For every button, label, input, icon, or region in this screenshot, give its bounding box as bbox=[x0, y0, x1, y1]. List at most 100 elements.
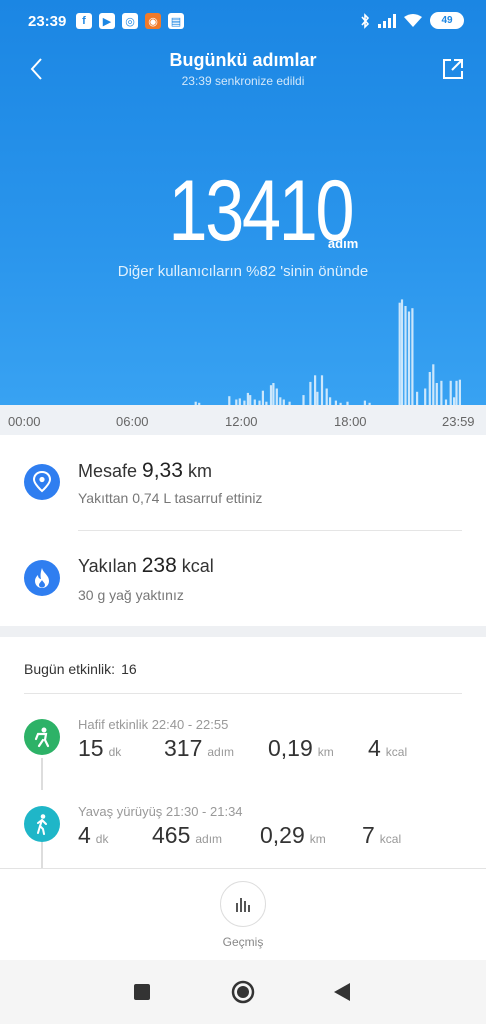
share-button[interactable] bbox=[438, 54, 468, 84]
activity-title: Hafif etkinlik 22:40 - 22:55 bbox=[78, 717, 229, 732]
bottom-bar: Geçmiş bbox=[0, 868, 486, 960]
calories-text: Yakılan 238 kcal bbox=[78, 554, 214, 578]
back-nav-button[interactable] bbox=[330, 980, 354, 1004]
step-bar bbox=[246, 392, 249, 405]
step-bar bbox=[316, 391, 319, 405]
step-bar bbox=[458, 379, 461, 405]
step-bar bbox=[453, 397, 456, 405]
step-bar bbox=[228, 396, 231, 405]
bar-chart-icon bbox=[236, 898, 250, 912]
steps-unit: adım bbox=[207, 745, 235, 759]
step-bar bbox=[269, 385, 273, 405]
youtube-icon: ▶ bbox=[99, 13, 115, 29]
activity-steps: 465 adım bbox=[152, 822, 222, 849]
activity-steps: 317 adım bbox=[164, 735, 234, 762]
mi-fit-icon: ◉ bbox=[145, 13, 161, 29]
step-bar bbox=[329, 397, 332, 405]
divider bbox=[24, 693, 462, 694]
steps-value: 317 bbox=[164, 735, 203, 761]
distance-value: 0,19 bbox=[268, 735, 313, 761]
step-bar bbox=[455, 380, 458, 405]
step-bar bbox=[272, 383, 275, 405]
duration-unit: dk bbox=[95, 832, 109, 846]
today-activity-count: Bugün etkinlik: 16 bbox=[24, 661, 137, 677]
steps-value: 465 bbox=[152, 822, 191, 848]
status-time: 23:39 bbox=[28, 13, 67, 30]
activity-duration: 4 dk bbox=[78, 822, 108, 849]
signal-icon bbox=[378, 13, 396, 28]
page-title: Bugünkü adımlar bbox=[169, 50, 317, 70]
activity-title: Yavaş yürüyüş 21:30 - 21:34 bbox=[78, 804, 243, 819]
time-tick: 23:59 bbox=[442, 414, 475, 429]
steps-header: 23:39 f ▶ ◎ ◉ ▤ 49 Bugünkü adımlar 23:39… bbox=[0, 0, 486, 405]
time-tick: 00:00 bbox=[8, 414, 41, 429]
activity-item[interactable]: Hafif etkinlik 22:40 - 22:55 15 dk 317 adı… bbox=[0, 717, 486, 797]
system-nav-bar bbox=[0, 960, 486, 1024]
activity-distance: 0,29 km bbox=[260, 822, 326, 849]
step-bar bbox=[424, 388, 427, 405]
step-bar bbox=[400, 299, 404, 405]
section-separator bbox=[0, 626, 486, 637]
step-bar bbox=[261, 390, 264, 405]
step-bar bbox=[302, 395, 305, 405]
step-bar bbox=[416, 391, 419, 405]
circle-icon bbox=[231, 980, 255, 1004]
activity-calories: 7 kcal bbox=[362, 822, 401, 849]
calories-value: 7 bbox=[362, 822, 375, 848]
calories-unit: kcal bbox=[181, 556, 214, 576]
step-bar bbox=[449, 380, 452, 405]
calories-unit: kcal bbox=[385, 745, 408, 759]
location-pin-icon bbox=[24, 464, 60, 500]
share-icon bbox=[443, 59, 463, 79]
calories-value: 4 bbox=[368, 735, 381, 761]
status-right: 49 bbox=[360, 12, 464, 29]
step-bar bbox=[309, 381, 312, 405]
ranking-text: Diğer kullanıcıların %82 'sinin önünde bbox=[117, 263, 369, 280]
step-bar bbox=[435, 383, 438, 405]
history-button[interactable] bbox=[220, 881, 266, 927]
fat-burned-text: 30 g yağ yaktınız bbox=[78, 587, 184, 603]
status-bar: 23:39 f ▶ ◎ ◉ ▤ 49 bbox=[0, 0, 486, 44]
fuel-saving-text: Yakıttan 0,74 L tasarruf ettiniz bbox=[78, 490, 263, 506]
triangle-back-icon bbox=[334, 983, 350, 1001]
step-bar bbox=[238, 398, 241, 405]
distance-row[interactable]: Mesafe 9,33 km Yakıttan 0,74 L tasarruf … bbox=[0, 435, 486, 531]
step-bar bbox=[325, 388, 328, 405]
facebook-icon: f bbox=[76, 13, 92, 29]
step-bar bbox=[275, 388, 278, 405]
bluetooth-icon bbox=[361, 12, 370, 29]
distance-text: Mesafe 9,33 km bbox=[78, 459, 212, 483]
step-bar bbox=[320, 375, 324, 405]
flame-icon bbox=[24, 560, 60, 596]
calories-row[interactable]: Yakılan 238 kcal 30 g yağ yaktınız bbox=[0, 530, 486, 626]
activity-metrics: 15 dk 317 adım 0,19 km 4 kcal bbox=[78, 735, 458, 769]
step-count: 13410adım bbox=[0, 162, 486, 261]
light-activity-icon bbox=[24, 719, 60, 755]
hourly-steps-chart[interactable] bbox=[0, 295, 486, 405]
distance-unit: km bbox=[309, 832, 326, 846]
instagram-icon: ◎ bbox=[122, 13, 138, 29]
activity-metrics: 4 dk 465 adım 0,29 km 7 kcal bbox=[78, 822, 458, 856]
step-bar bbox=[404, 306, 407, 405]
time-axis: 00:00 06:00 12:00 18:00 23:59 bbox=[0, 405, 486, 435]
step-bar bbox=[411, 308, 414, 405]
step-bar bbox=[314, 375, 317, 405]
step-bar bbox=[398, 302, 401, 405]
home-button[interactable] bbox=[231, 980, 255, 1004]
activity-distance: 0,19 km bbox=[268, 735, 334, 762]
recents-button[interactable] bbox=[130, 980, 154, 1004]
today-activity-label: Bugün etkinlik: bbox=[24, 661, 116, 677]
calories-label: Yakılan bbox=[78, 556, 137, 576]
distance-unit: km bbox=[317, 745, 334, 759]
walking-icon bbox=[24, 806, 60, 842]
time-tick: 06:00 bbox=[116, 414, 149, 429]
duration-value: 4 bbox=[78, 822, 91, 848]
calories-unit: kcal bbox=[379, 832, 402, 846]
step-bar bbox=[428, 372, 431, 405]
duration-unit: dk bbox=[108, 745, 122, 759]
history-label[interactable]: Geçmiş bbox=[0, 935, 486, 949]
notification-icons: f ▶ ◎ ◉ ▤ bbox=[76, 13, 184, 29]
distance-value: 9,33 bbox=[142, 459, 183, 482]
activity-calories: 4 kcal bbox=[368, 735, 407, 762]
activity-duration: 15 dk bbox=[78, 735, 121, 762]
